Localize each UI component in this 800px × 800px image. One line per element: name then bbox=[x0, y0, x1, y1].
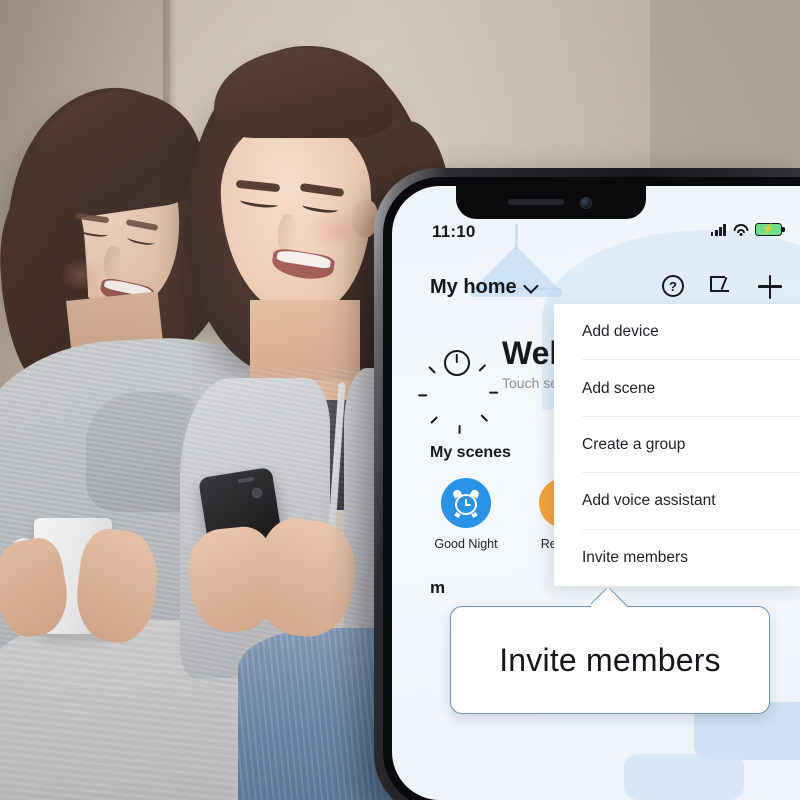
earpiece-speaker bbox=[508, 199, 564, 205]
battery-charging-icon: ⚡ bbox=[755, 223, 785, 236]
header-actions: ? bbox=[662, 275, 782, 299]
obscured-text: m bbox=[430, 578, 446, 597]
phone-notch bbox=[456, 186, 646, 219]
phone-screen: 11:10 ⚡ My home ? Touch My scenes Good N… bbox=[392, 186, 800, 800]
chevron-down-icon bbox=[522, 277, 539, 294]
help-glyph: ? bbox=[662, 275, 684, 297]
background-blob-two bbox=[624, 754, 744, 800]
phone-mockup: 11:10 ⚡ My home ? Touch My scenes Good N… bbox=[374, 168, 800, 800]
scan-edit-icon[interactable] bbox=[710, 275, 734, 299]
menu-item-add-scene[interactable]: Add scene bbox=[554, 360, 800, 418]
status-indicators: ⚡ bbox=[710, 223, 785, 236]
scene-item-good-night[interactable]: Good Night bbox=[430, 478, 502, 551]
status-bar: 11:10 ⚡ bbox=[392, 222, 800, 248]
sun-icon bbox=[418, 336, 499, 435]
menu-item-add-voice-assistant[interactable]: Add voice assistant bbox=[554, 473, 800, 530]
alarm-clock-glyph bbox=[451, 488, 481, 518]
callout-text: Invite members bbox=[499, 641, 721, 678]
status-time: 11:10 bbox=[432, 222, 476, 241]
callout-arrow-icon bbox=[591, 588, 629, 608]
signal-bars-icon bbox=[710, 223, 726, 236]
add-menu-dropdown: Add device Add scene Create a group Add … bbox=[554, 304, 800, 586]
callout-tooltip: Invite members bbox=[450, 606, 770, 714]
home-name-label: My home bbox=[430, 275, 517, 298]
front-camera-icon bbox=[580, 197, 592, 209]
help-circle-icon[interactable]: ? bbox=[662, 275, 686, 299]
menu-item-invite-members[interactable]: Invite members bbox=[554, 530, 800, 586]
plus-icon[interactable] bbox=[758, 275, 782, 299]
menu-item-add-device[interactable]: Add device bbox=[554, 304, 800, 361]
scene-label: Good Night bbox=[434, 537, 498, 551]
charging-bolt-icon: ⚡ bbox=[762, 223, 775, 235]
home-selector[interactable]: My home bbox=[430, 275, 539, 299]
wifi-icon bbox=[733, 223, 748, 236]
alarm-clock-icon bbox=[441, 478, 491, 528]
menu-item-create-a-group[interactable]: Create a group bbox=[554, 417, 800, 474]
